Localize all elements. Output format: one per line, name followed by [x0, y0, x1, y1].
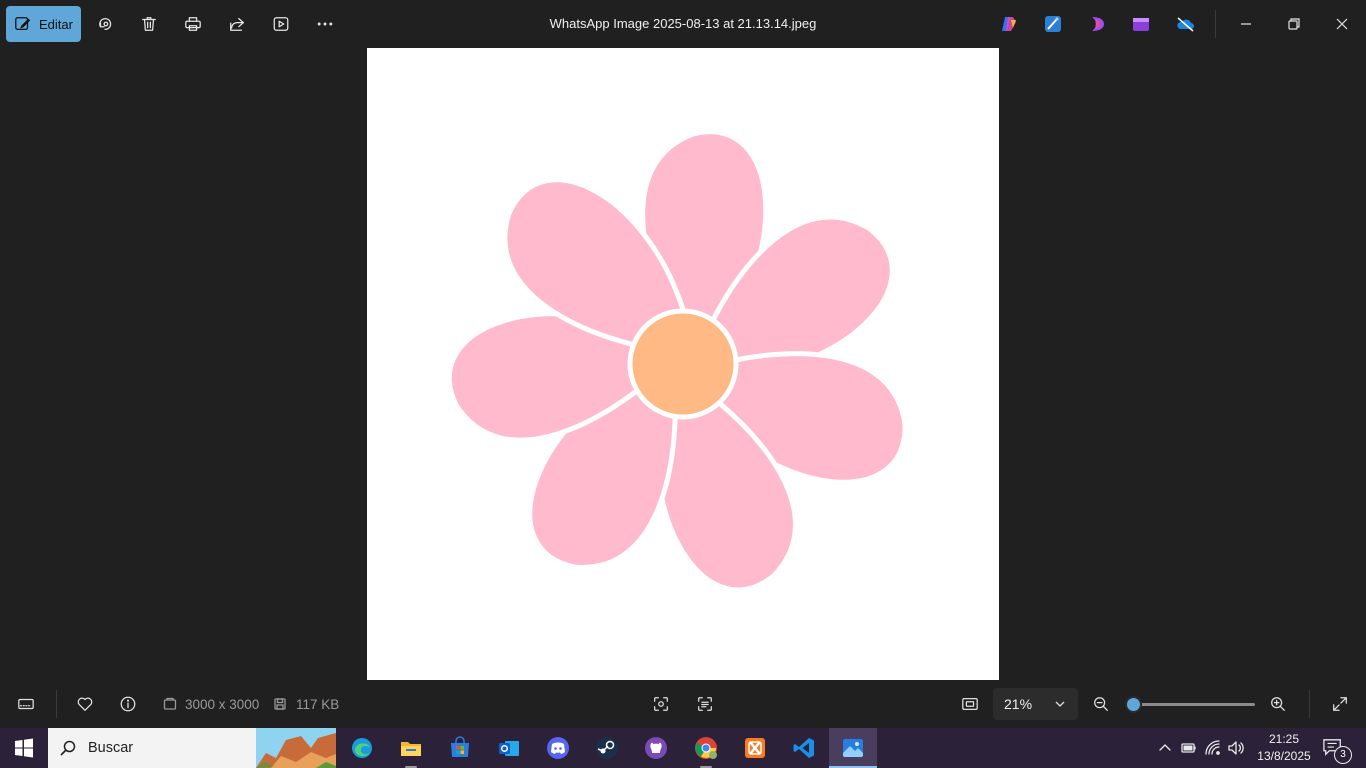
zoom-slider[interactable] [1127, 698, 1255, 711]
favorite-icon[interactable] [73, 692, 97, 716]
dimensions-icon [163, 697, 177, 711]
taskbar-outlook[interactable] [487, 732, 531, 764]
taskbar-microsoft-store[interactable] [438, 732, 482, 764]
xampp-icon [745, 738, 765, 758]
image-dimensions: 3000 x 3000 [185, 697, 260, 712]
title-divider [1215, 10, 1216, 38]
wifi-icon[interactable] [1204, 739, 1222, 757]
actual-size-icon[interactable] [958, 692, 982, 716]
visual-search-icon[interactable] [649, 692, 673, 716]
minimize-icon [1241, 23, 1251, 25]
vscode-icon [793, 738, 814, 758]
notification-center[interactable]: 3 [1322, 738, 1352, 764]
zoom-value: 21% [1004, 696, 1033, 712]
taskbar-github-desktop[interactable] [634, 732, 678, 764]
taskbar: Buscar 21:25 13/8/2025 3 [0, 728, 1366, 768]
chevron-down-icon [1055, 701, 1065, 707]
fullscreen-icon[interactable] [1328, 692, 1352, 716]
taskbar-xampp[interactable] [733, 732, 777, 764]
notification-badge: 3 [1334, 746, 1352, 764]
status-divider-right [1309, 690, 1310, 718]
image-viewer[interactable] [367, 48, 999, 680]
file-explorer-icon [401, 742, 421, 756]
chrome-icon [695, 737, 717, 759]
zoom-out-icon[interactable] [1089, 692, 1113, 716]
status-bar: 3000 x 3000 117 KB 21% [0, 680, 1366, 728]
windows-icon [15, 738, 33, 758]
steam-icon [596, 737, 618, 759]
zoom-select[interactable]: 21% [993, 688, 1078, 720]
taskbar-chrome[interactable] [684, 732, 728, 768]
taskbar-discord[interactable] [536, 732, 580, 764]
text-extract-icon[interactable] [693, 692, 717, 716]
copilot-icon[interactable] [999, 14, 1019, 34]
photos-app-window: Editar WhatsApp Image 2025-08-13 at 21.1… [0, 0, 1366, 768]
zoom-in-icon[interactable] [1266, 692, 1290, 716]
taskbar-file-explorer[interactable] [389, 732, 433, 768]
zoom-slider-thumb[interactable] [1127, 698, 1141, 711]
discord-icon [547, 737, 569, 759]
microsoft-store-icon [451, 736, 469, 757]
taskbar-edge[interactable] [340, 732, 384, 764]
minimize-button[interactable] [1234, 12, 1258, 36]
onedrive-off-icon[interactable] [1175, 14, 1195, 34]
search-icon [60, 740, 76, 756]
restore-button[interactable] [1282, 12, 1306, 36]
clock-time: 21:25 [1268, 732, 1300, 746]
info-icon[interactable] [116, 692, 140, 716]
window-title: WhatsApp Image 2025-08-13 at 21.13.14.jp… [549, 16, 817, 31]
close-button[interactable] [1330, 12, 1354, 36]
restore-icon [1288, 18, 1300, 30]
top-toolbar: Editar WhatsApp Image 2025-08-13 at 21.1… [0, 0, 1366, 48]
filmstrip-icon[interactable] [14, 692, 38, 716]
taskbar-search[interactable]: Buscar [48, 728, 336, 768]
file-size: 117 KB [296, 697, 340, 712]
status-divider [56, 690, 57, 718]
file-size-icon [273, 697, 287, 711]
taskbar-vscode[interactable] [782, 732, 826, 764]
battery-icon[interactable] [1180, 739, 1198, 757]
search-highlight-image [256, 728, 336, 768]
search-placeholder: Buscar [88, 740, 134, 756]
flower-image [367, 48, 999, 680]
volume-icon[interactable] [1227, 739, 1245, 757]
outlook-icon [499, 741, 519, 756]
chevron-up-icon[interactable] [1156, 739, 1174, 757]
taskbar-photos[interactable] [829, 728, 877, 768]
edge-icon [352, 738, 372, 758]
github-desktop-icon [645, 737, 667, 759]
clock-date: 13/8/2025 [1257, 749, 1311, 763]
close-icon [1336, 18, 1348, 30]
start-button[interactable] [14, 738, 34, 758]
designer-icon[interactable] [1043, 14, 1063, 34]
photos-icon [843, 739, 863, 757]
taskbar-clock[interactable]: 21:25 13/8/2025 [1252, 731, 1316, 765]
taskbar-steam[interactable] [585, 732, 629, 764]
clipchamp-icon[interactable] [1088, 14, 1108, 34]
video-editor-icon[interactable] [1131, 14, 1151, 34]
